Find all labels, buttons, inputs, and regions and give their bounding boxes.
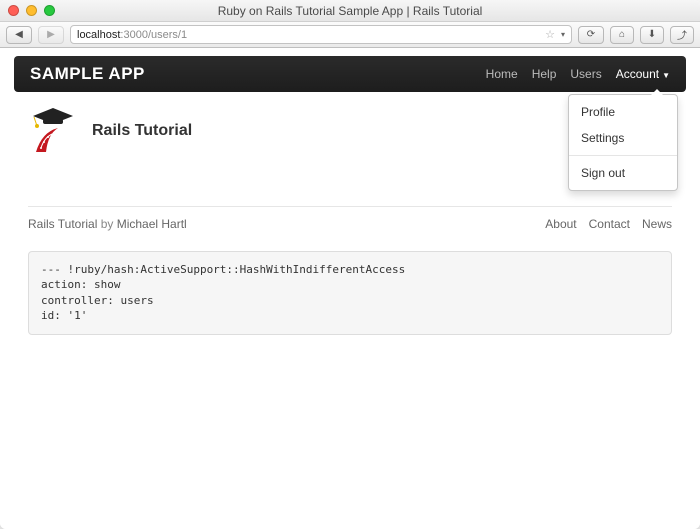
brand-logo[interactable]: SAMPLE APP <box>30 64 145 84</box>
nav-account-label: Account <box>616 67 659 81</box>
dropdown-divider <box>569 155 677 156</box>
rails-tutorial-logo-icon <box>28 106 78 156</box>
footer-left: Rails Tutorial by Michael Hartl <box>28 217 187 231</box>
url-text: localhost:3000/users/1 <box>77 29 187 41</box>
app-navbar: SAMPLE APP Home Help Users Account▼ <box>14 56 686 92</box>
home-toolbar-button[interactable]: ⌂ <box>610 26 634 44</box>
dropdown-arrow-icon <box>651 89 663 95</box>
url-port: :3000 <box>120 29 148 41</box>
footer-contact[interactable]: Contact <box>589 217 630 231</box>
nav-home[interactable]: Home <box>486 67 518 81</box>
close-window-button[interactable] <box>8 5 19 16</box>
nav-users[interactable]: Users <box>570 67 601 81</box>
dropdown-chevron-icon[interactable]: ▾ <box>561 30 565 39</box>
account-dropdown: Profile Settings Sign out <box>568 94 678 191</box>
caret-down-icon: ▼ <box>662 71 670 80</box>
footer-author-link[interactable]: Michael Hartl <box>117 217 187 231</box>
window-title: Ruby on Rails Tutorial Sample App | Rail… <box>0 4 700 18</box>
footer-about[interactable]: About <box>545 217 576 231</box>
forward-button[interactable]: ▶ <box>38 26 64 44</box>
urlbar-right: ☆ ▾ <box>545 28 565 41</box>
dropdown-profile[interactable]: Profile <box>569 99 677 125</box>
footer-by: by <box>97 217 116 231</box>
bookmark-star-icon[interactable]: ☆ <box>545 28 555 41</box>
dropdown-signout[interactable]: Sign out <box>569 160 677 186</box>
downloads-button[interactable]: ⬇ <box>640 26 664 44</box>
dropdown-settings[interactable]: Settings <box>569 125 677 151</box>
nav-links: Home Help Users Account▼ <box>486 67 670 81</box>
titlebar: Ruby on Rails Tutorial Sample App | Rail… <box>0 0 700 22</box>
page-viewport: SAMPLE APP Home Help Users Account▼ Prof… <box>0 48 700 529</box>
window-controls <box>0 5 55 16</box>
zoom-window-button[interactable] <box>44 5 55 16</box>
page-heading: Rails Tutorial <box>92 122 192 140</box>
footer-right: About Contact News <box>545 217 672 231</box>
minimize-window-button[interactable] <box>26 5 37 16</box>
nav-help[interactable]: Help <box>532 67 557 81</box>
debug-dump: --- !ruby/hash:ActiveSupport::HashWithIn… <box>28 251 672 335</box>
url-host: localhost <box>77 29 120 41</box>
footer: Rails Tutorial by Michael Hartl About Co… <box>28 206 672 231</box>
reload-button[interactable]: ⟳ <box>578 26 604 44</box>
footer-news[interactable]: News <box>642 217 672 231</box>
url-path: /users/1 <box>148 29 187 41</box>
browser-window: Ruby on Rails Tutorial Sample App | Rail… <box>0 0 700 529</box>
address-bar[interactable]: localhost:3000/users/1 ☆ ▾ <box>70 25 572 44</box>
share-button[interactable]: ⤴ <box>670 26 694 44</box>
nav-account[interactable]: Account▼ <box>616 67 670 81</box>
browser-toolbar: ◀ ▶ localhost:3000/users/1 ☆ ▾ ⟳ ⌂ ⬇ ⤴ <box>0 22 700 48</box>
toolbar-right: ⌂ ⬇ ⤴ <box>610 26 694 44</box>
back-button[interactable]: ◀ <box>6 26 32 44</box>
footer-site-link[interactable]: Rails Tutorial <box>28 217 97 231</box>
